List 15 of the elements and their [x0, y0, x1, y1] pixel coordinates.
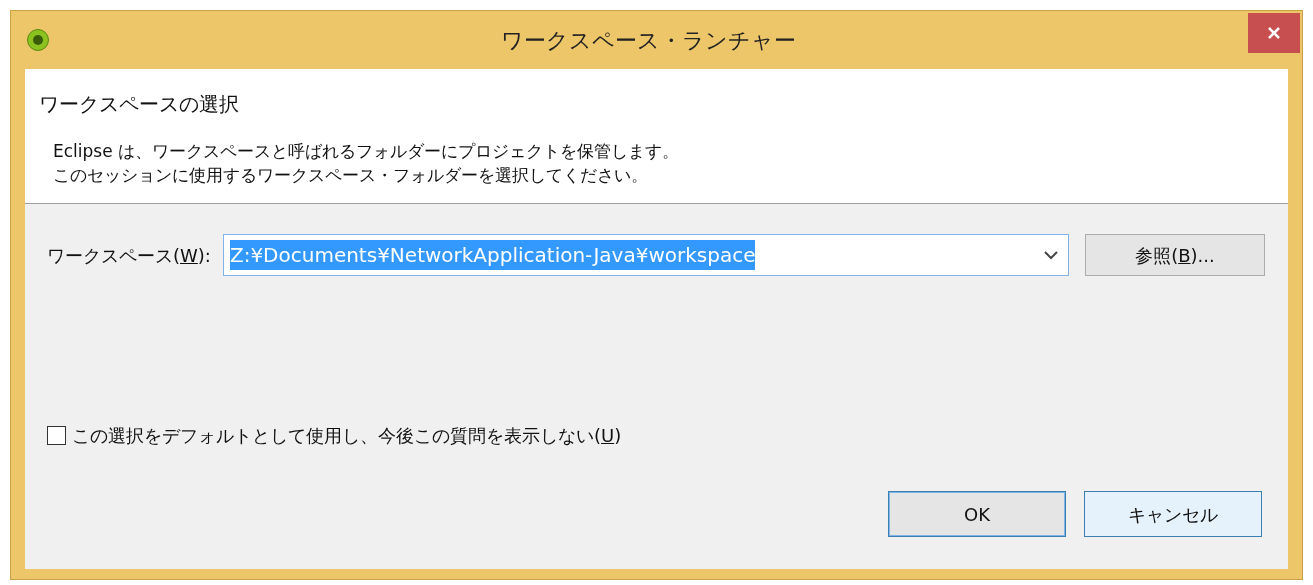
description-text: このセッションに使用するワークスペース・フォルダーを選択してください。 — [53, 164, 649, 187]
checkbox-label: この選択をデフォルトとして使用し、今後この質問を表示しない(U) — [72, 424, 622, 448]
window-title: ワークスペース・ランチャー — [501, 26, 796, 55]
dialog-button[interactable]: キャンセル — [1084, 491, 1262, 537]
browse-button[interactable]: 参照(B)... — [1084, 234, 1265, 276]
chevron-down-icon — [1043, 250, 1058, 260]
workspace-label: ワークスペース(W): — [47, 243, 211, 268]
checkbox[interactable] — [47, 426, 66, 445]
app-icon — [27, 29, 49, 51]
header-title: ワークスペースの選択 — [39, 91, 240, 118]
description-text: Eclipse は、ワークスペースと呼ばれるフォルダーにプロジェクトを保管します。 — [53, 140, 681, 163]
dialog-button[interactable]: OK — [888, 491, 1066, 537]
workspace-path: Z:¥Documents¥NetworkApplication-Java¥workspace — [229, 240, 756, 270]
close-icon — [1267, 26, 1281, 40]
close-button[interactable] — [1248, 13, 1300, 53]
